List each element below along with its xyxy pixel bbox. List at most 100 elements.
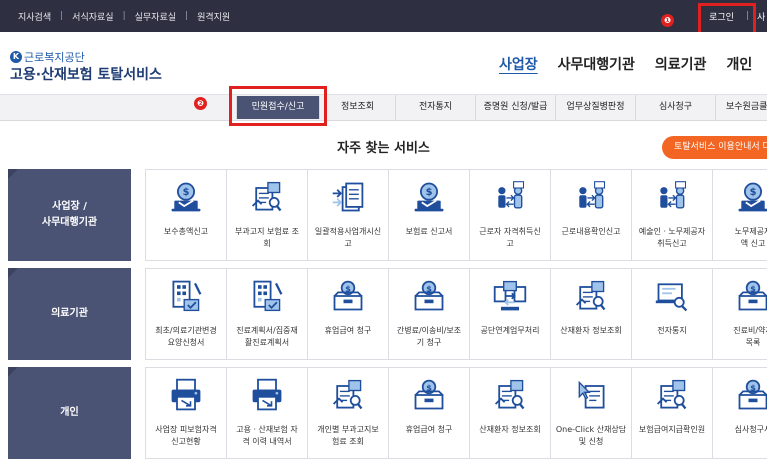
service-grid: 최초/의료기관변경 요양신청서 진료계획서/집중재 활진료계획서 $ 휴업급여 청구 $… xyxy=(145,268,767,360)
divider: | xyxy=(122,11,126,21)
document-search-icon xyxy=(330,377,366,417)
service-item[interactable]: $ 간병료/이송비/보조 기 청구 xyxy=(389,269,470,359)
nav-individual[interactable]: 개인 xyxy=(726,54,752,74)
service-item[interactable]: 최초/의료기관변경 요양신청서 xyxy=(146,269,227,359)
click-form-icon xyxy=(573,377,609,417)
service-item[interactable]: 부과고지 보험료 조 회 xyxy=(227,170,308,260)
service-item[interactable]: 산재환자 정보조회 xyxy=(470,368,551,458)
service-item[interactable]: 개인별 부과고지보 험료 조회 xyxy=(308,368,389,458)
service-item[interactable]: 전자통지 xyxy=(632,269,713,359)
login-button[interactable]: 로그인 xyxy=(709,10,734,23)
money-box-icon: $ xyxy=(735,377,767,417)
service-item[interactable]: $ 심사청구서 xyxy=(713,368,767,458)
step-badge-2: ❷ xyxy=(194,97,207,110)
service-item-label: 고용ㆍ산재보험 자 격 이력 내역서 xyxy=(236,425,298,446)
service-item-label: 진료계획서/집중재 활진료계획서 xyxy=(236,326,298,347)
util-link-branch-search[interactable]: 지사검색 xyxy=(18,10,51,23)
service-item[interactable]: 공단연계업무처리 xyxy=(470,269,551,359)
service-item[interactable]: 예술인ㆍ노무제공자 취득신고 xyxy=(632,170,713,260)
service-item[interactable]: $ 휴업급여 청구 xyxy=(389,368,470,458)
tab-occupational-disease[interactable]: 업무상질병판정 xyxy=(556,95,636,120)
site-header: K 근로복지공단 고용·산재보험 토탈서비스 사업장 사무대행기관 의료기관 개… xyxy=(0,32,767,94)
utility-links: 지사검색 | 서식자료실 | 실무자료실 | 원격지원 xyxy=(18,0,230,32)
svg-text:$: $ xyxy=(183,187,190,198)
service-item-label: 부과고지 보험료 조 회 xyxy=(235,227,299,248)
service-item-label: 사업장 피보험자격 신고현황 xyxy=(155,425,217,446)
tab-civil-petition[interactable]: 민원접수/신고 xyxy=(236,96,320,119)
service-item[interactable]: $ 노무제공자 액 신고 xyxy=(713,170,767,260)
divider: | xyxy=(745,11,749,21)
service-row-workplace: 사업장 / 사무대행기관 $ 보수총액신고 부과고지 보험료 조 회 일괄적용사업개시… xyxy=(8,169,767,261)
page: 지사검색 | 서식자료실 | 실무자료실 | 원격지원 로그인 | 사 ❶ K … xyxy=(0,0,767,465)
site-title[interactable]: 고용·산재보험 토탈서비스 xyxy=(10,64,162,84)
util-link-practice-data[interactable]: 실무자료실 xyxy=(135,10,176,23)
org-name: 근로복지공단 xyxy=(24,51,85,64)
tab-fee-click[interactable]: 보수원금클릭 xyxy=(716,95,767,120)
service-item-label: 보수총액신고 xyxy=(163,227,209,236)
tab-info-inquiry[interactable]: 정보조회 xyxy=(320,95,396,120)
util-link-remote-support[interactable]: 원격지원 xyxy=(197,10,230,23)
service-item[interactable]: 고용ㆍ산재보험 자 격 이력 내역서 xyxy=(227,368,308,458)
nav-medical[interactable]: 의료기관 xyxy=(655,54,707,74)
service-item-label: 보험급여지급확인원 xyxy=(638,425,706,434)
service-item[interactable]: $ 진료비/약제 목록 xyxy=(713,269,767,359)
service-item[interactable]: $ 보수총액신고 xyxy=(146,170,227,260)
money-laptop-icon: $ xyxy=(168,179,204,219)
service-item-label: 근로내용확인신고 xyxy=(561,227,621,236)
service-item-label: 심사청구서 xyxy=(734,425,767,434)
row-title: 사업장 / 사무대행기관 xyxy=(8,169,131,261)
sub-nav: 민원접수/신고 정보조회 전자통지 증명원 신청/발급 업무상질병판정 심사청구… xyxy=(0,94,767,121)
money-laptop-icon: $ xyxy=(735,179,767,219)
service-row-medical: 의료기관 최초/의료기관변경 요양신청서 진료계획서/집중재 활진료계획서 $ 휴업급… xyxy=(8,268,767,360)
nav-agency[interactable]: 사무대행기관 xyxy=(558,54,635,74)
service-item-label: 산재환자 정보조회 xyxy=(560,326,622,335)
people-arrows-icon xyxy=(492,179,528,219)
service-item-label: 노무제공자 액 신고 xyxy=(734,227,767,248)
service-item[interactable]: One-Click 산재상담 및 신청 xyxy=(551,368,632,458)
printer-icon xyxy=(168,377,204,417)
documents-arrow-icon xyxy=(330,179,366,219)
divider: | xyxy=(60,11,64,21)
people-arrows-icon xyxy=(573,179,609,219)
document-search-icon xyxy=(249,179,285,219)
service-item[interactable]: 사업장 피보험자격 신고현황 xyxy=(146,368,227,458)
main-nav: 사업장 사무대행기관 의료기관 개인 xyxy=(499,54,767,74)
tab-certificate[interactable]: 증명원 신청/발급 xyxy=(476,95,556,120)
document-search-icon xyxy=(654,377,690,417)
logo-org[interactable]: K 근로복지공단 xyxy=(10,49,85,65)
hospital-form-icon xyxy=(249,278,285,318)
tab-review-claim[interactable]: 심사청구 xyxy=(636,95,716,120)
service-item[interactable]: 일괄적용사업개시신 고 xyxy=(308,170,389,260)
people-arrows-icon xyxy=(654,179,690,219)
document-search-icon xyxy=(492,377,528,417)
service-item-label: 휴업급여 청구 xyxy=(324,326,372,335)
service-item[interactable]: 근로내용확인신고 xyxy=(551,170,632,260)
util-link-forms[interactable]: 서식자료실 xyxy=(72,10,113,23)
nav-workplace[interactable]: 사업장 xyxy=(499,54,538,74)
service-item[interactable]: 보험급여지급확인원 xyxy=(632,368,713,458)
guide-button[interactable]: 토탈서비스 이용안내서 다 xyxy=(662,136,767,159)
util-link-signup[interactable]: 사 xyxy=(757,10,767,23)
money-box-icon: $ xyxy=(330,278,366,318)
service-item[interactable]: 산재환자 정보조회 xyxy=(551,269,632,359)
section-title: 자주 찾는 서비스 xyxy=(337,141,430,156)
logo-mark-icon: K xyxy=(10,51,22,63)
service-item[interactable]: $ 보험료 신고서 xyxy=(389,170,470,260)
service-item-label: 공단연계업무처리 xyxy=(480,326,540,335)
service-item[interactable]: 근로자 자격취득신 고 xyxy=(470,170,551,260)
service-item-label: 진료비/약제 목록 xyxy=(733,326,767,347)
hospital-form-icon xyxy=(168,278,204,318)
money-box-icon: $ xyxy=(735,278,767,318)
service-item[interactable]: 진료계획서/집중재 활진료계획서 xyxy=(227,269,308,359)
service-item-label: 예술인ㆍ노무제공자 취득신고 xyxy=(638,227,706,248)
service-item[interactable]: $ 휴업급여 청구 xyxy=(308,269,389,359)
service-row-individual: 개인 사업장 피보험자격 신고현황 고용ㆍ산재보험 자 격 이력 내역서 개인별 부… xyxy=(8,367,767,459)
service-item-label: 보험료 신고서 xyxy=(405,227,453,236)
service-item-label: 개인별 부과고지보 험료 조회 xyxy=(317,425,379,446)
printer-icon xyxy=(249,377,285,417)
divider: | xyxy=(185,11,189,21)
tab-e-notice[interactable]: 전자통지 xyxy=(396,95,476,120)
service-item-label: 간병료/이송비/보조 기 청구 xyxy=(396,326,462,347)
service-item-label: 산재환자 정보조회 xyxy=(479,425,541,434)
svg-text:$: $ xyxy=(750,187,757,198)
